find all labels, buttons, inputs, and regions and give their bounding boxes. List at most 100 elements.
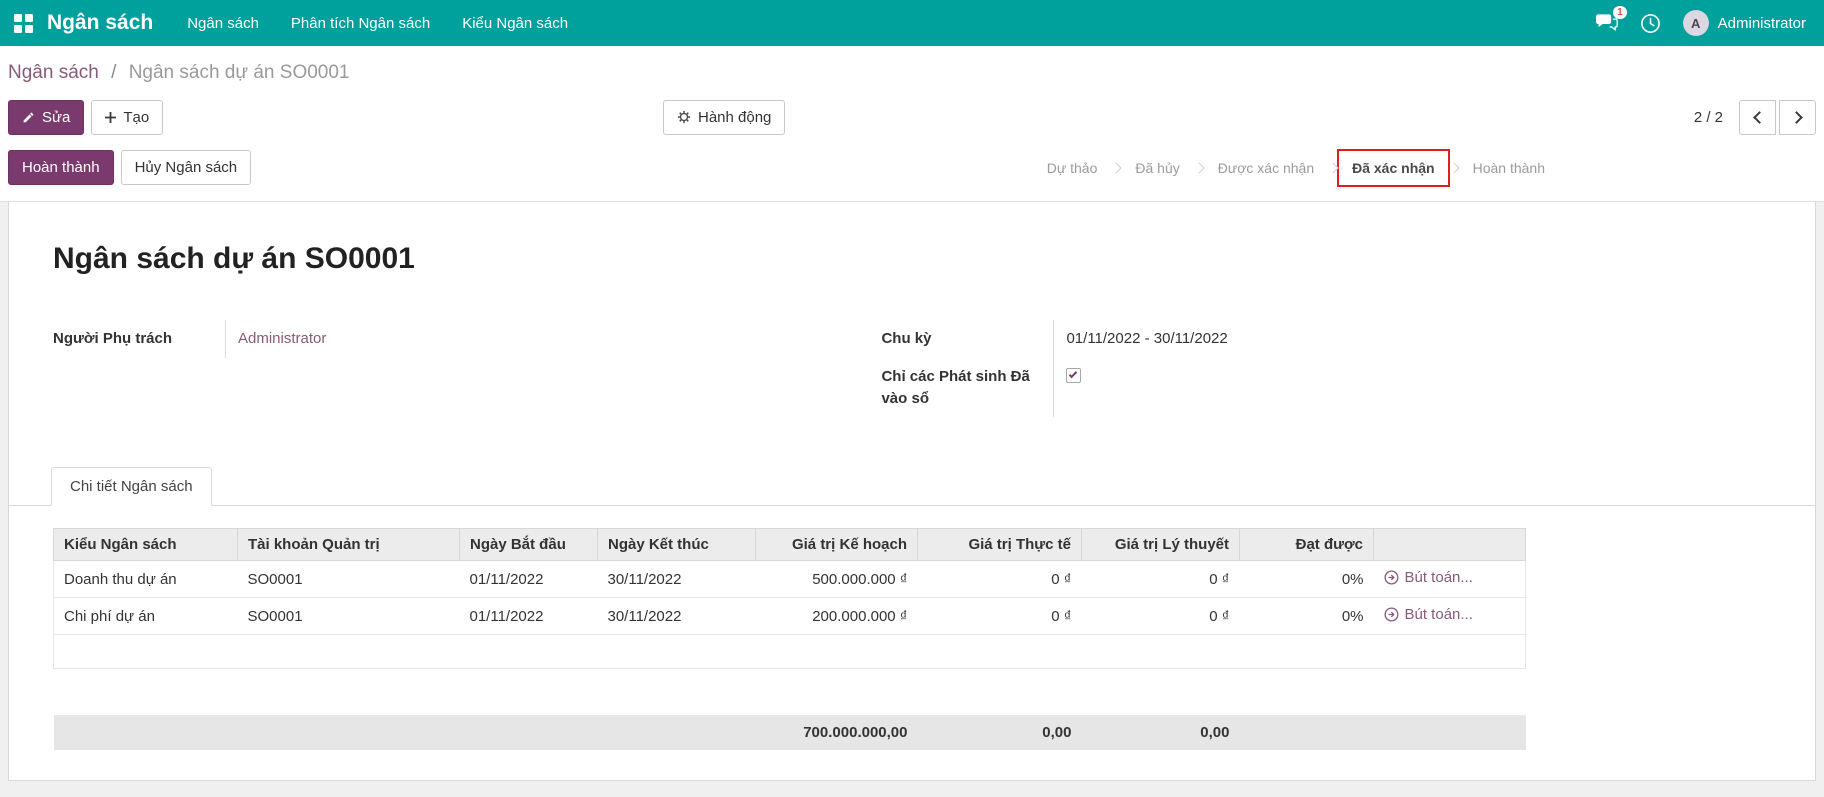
posted-only-checkbox[interactable] <box>1066 368 1081 383</box>
statusbar: Dự thảo Đã hủy Được xác nhận Đã xác nhận… <box>1034 151 1558 185</box>
entries-button[interactable]: Bút toán... <box>1384 569 1473 586</box>
totals-row: 700.000.000,00 0,00 0,00 <box>54 715 1526 750</box>
empty-row <box>54 635 1526 669</box>
posted-only-label: Chỉ các Phát sinh Đã vào sổ <box>881 358 1053 418</box>
notebook: Chi tiết Ngân sách Kiểu Ngân sách Tài kh… <box>45 467 1779 750</box>
arrow-circle-icon <box>1384 607 1399 622</box>
button-row: Sửa Tạo Hành động 2 / 2 <box>8 98 1816 136</box>
record-title: Ngân sách dự án SO0001 <box>53 242 1779 276</box>
status-step-hoan-thanh[interactable]: Hoàn thành <box>1460 151 1558 185</box>
entries-label: Bút toán... <box>1405 606 1473 623</box>
cell-account: SO0001 <box>238 598 460 635</box>
tab-chi-tiet-ngan-sach[interactable]: Chi tiết Ngân sách <box>51 467 212 506</box>
action-menu-label: Hành động <box>698 109 771 126</box>
breadcrumb-parent[interactable]: Ngân sách <box>8 62 99 83</box>
table-row-doanh-thu[interactable]: Doanh thu dự án SO0001 01/11/2022 30/11/… <box>54 561 1526 598</box>
cell-practical: 0 ₫ <box>918 561 1082 598</box>
messages-badge: 1 <box>1613 6 1627 19</box>
col-gia-tri-ke-hoach[interactable]: Giá trị Kế hoạch <box>756 529 918 561</box>
total-theoretical: 0,00 <box>1082 715 1240 750</box>
cell-account: SO0001 <box>238 561 460 598</box>
entries-label: Bút toán... <box>1405 569 1473 586</box>
cell-budget-type: Chi phí dự án <box>54 598 238 635</box>
cell-date-end: 30/11/2022 <box>598 598 756 635</box>
gear-icon <box>677 110 691 124</box>
breadcrumb: Ngân sách / Ngân sách dự án SO0001 <box>8 62 1816 84</box>
plus-icon <box>105 112 116 123</box>
pager-previous-button[interactable] <box>1739 100 1776 135</box>
col-kieu-ngan-sach[interactable]: Kiểu Ngân sách <box>54 529 238 561</box>
field-posted-only: Chỉ các Phát sinh Đã vào sổ <box>881 358 1709 418</box>
status-arrow-icon <box>1327 162 1338 173</box>
cancel-budget-label: Hủy Ngân sách <box>135 159 238 176</box>
edit-button-label: Sửa <box>42 109 70 126</box>
table-row-chi-phi[interactable]: Chi phí dự án SO0001 01/11/2022 30/11/20… <box>54 598 1526 635</box>
action-menu-button[interactable]: Hành động <box>663 100 785 135</box>
responsible-label: Người Phụ trách <box>53 320 225 358</box>
menu-item-ngan-sach[interactable]: Ngân sách <box>187 15 259 32</box>
status-arrow-icon <box>1448 162 1459 173</box>
menu-item-kieu-ngan-sach[interactable]: Kiểu Ngân sách <box>462 15 568 32</box>
create-button-label: Tạo <box>123 109 149 126</box>
col-tai-khoan-quan-tri[interactable]: Tài khoản Quản trị <box>238 529 460 561</box>
cancel-budget-button[interactable]: Hủy Ngân sách <box>121 150 252 185</box>
main-menu: Ngân sách Phân tích Ngân sách Kiểu Ngân … <box>187 15 600 32</box>
cell-planned: 200.000.000 ₫ <box>756 598 918 635</box>
status-step-duoc-xac-nhan[interactable]: Được xác nhận <box>1205 151 1327 185</box>
status-step-da-xac-nhan-annotated[interactable]: Đã xác nhận <box>1339 151 1447 185</box>
messages-icon[interactable]: 1 <box>1596 14 1618 33</box>
user-name: Administrator <box>1718 15 1806 32</box>
avatar: A <box>1683 10 1709 36</box>
period-label: Chu kỳ <box>881 320 1053 358</box>
status-step-da-huy[interactable]: Đã hủy <box>1122 151 1192 185</box>
pager: 2 / 2 <box>1694 100 1816 135</box>
chevron-right-icon <box>1790 111 1803 124</box>
table-header-row: Kiểu Ngân sách Tài khoản Quản trị Ngày B… <box>54 529 1526 561</box>
breadcrumb-separator: / <box>111 62 116 83</box>
col-ngay-bat-dau[interactable]: Ngày Bắt đầu <box>460 529 598 561</box>
col-gia-tri-thuc-te[interactable]: Giá trị Thực tế <box>918 529 1082 561</box>
menu-item-phan-tich-ngan-sach[interactable]: Phân tích Ngân sách <box>291 15 430 32</box>
status-arrow-icon <box>1193 162 1204 173</box>
responsible-value-link[interactable]: Administrator <box>238 330 326 347</box>
edit-button[interactable]: Sửa <box>8 100 84 135</box>
total-practical: 0,00 <box>918 715 1082 750</box>
cell-achieved: 0% <box>1240 561 1374 598</box>
done-button[interactable]: Hoàn thành <box>8 150 114 185</box>
status-step-du-thao[interactable]: Dự thảo <box>1034 151 1111 185</box>
cell-budget-type: Doanh thu dự án <box>54 561 238 598</box>
app-title[interactable]: Ngân sách <box>47 11 153 35</box>
field-period: Chu kỳ 01/11/2022 - 30/11/2022 <box>881 320 1709 358</box>
field-group-left: Người Phụ trách Administrator <box>53 320 881 417</box>
activities-clock-icon[interactable] <box>1640 13 1661 34</box>
create-button[interactable]: Tạo <box>91 100 163 135</box>
cell-date-end: 30/11/2022 <box>598 561 756 598</box>
cell-theoretical: 0 ₫ <box>1082 561 1240 598</box>
spacer-row <box>54 669 1526 715</box>
content-area: Ngân sách dự án SO0001 Người Phụ trách A… <box>0 201 1824 797</box>
chevron-left-icon <box>1753 111 1766 124</box>
pencil-icon <box>22 111 35 124</box>
field-groups: Người Phụ trách Administrator Chu kỳ 01/… <box>53 320 1779 417</box>
status-row: Hoàn thành Hủy Ngân sách Dự thảo Đã hủy … <box>8 150 1816 185</box>
status-arrow-icon <box>1111 162 1122 173</box>
cell-achieved: 0% <box>1240 598 1374 635</box>
col-dat-duoc[interactable]: Đạt được <box>1240 529 1374 561</box>
top-navbar: Ngân sách Ngân sách Phân tích Ngân sách … <box>0 0 1824 46</box>
col-entries <box>1374 529 1526 561</box>
cell-date-start: 01/11/2022 <box>460 598 598 635</box>
pager-counter: 2 / 2 <box>1694 109 1723 126</box>
pager-next-button[interactable] <box>1779 100 1816 135</box>
col-ngay-ket-thuc[interactable]: Ngày Kết thúc <box>598 529 756 561</box>
entries-button[interactable]: Bút toán... <box>1384 606 1473 623</box>
cell-date-start: 01/11/2022 <box>460 561 598 598</box>
col-gia-tri-ly-thuyet[interactable]: Giá trị Lý thuyết <box>1082 529 1240 561</box>
field-responsible: Người Phụ trách Administrator <box>53 320 881 358</box>
form-sheet: Ngân sách dự án SO0001 Người Phụ trách A… <box>8 202 1816 781</box>
cell-practical: 0 ₫ <box>918 598 1082 635</box>
apps-grid-icon[interactable] <box>14 14 33 33</box>
control-panel: Ngân sách / Ngân sách dự án SO0001 Sửa T… <box>0 46 1824 185</box>
budget-lines-table: Kiểu Ngân sách Tài khoản Quản trị Ngày B… <box>53 528 1526 750</box>
field-group-right: Chu kỳ 01/11/2022 - 30/11/2022 Chỉ các P… <box>881 320 1709 417</box>
user-menu[interactable]: A Administrator <box>1683 10 1806 36</box>
